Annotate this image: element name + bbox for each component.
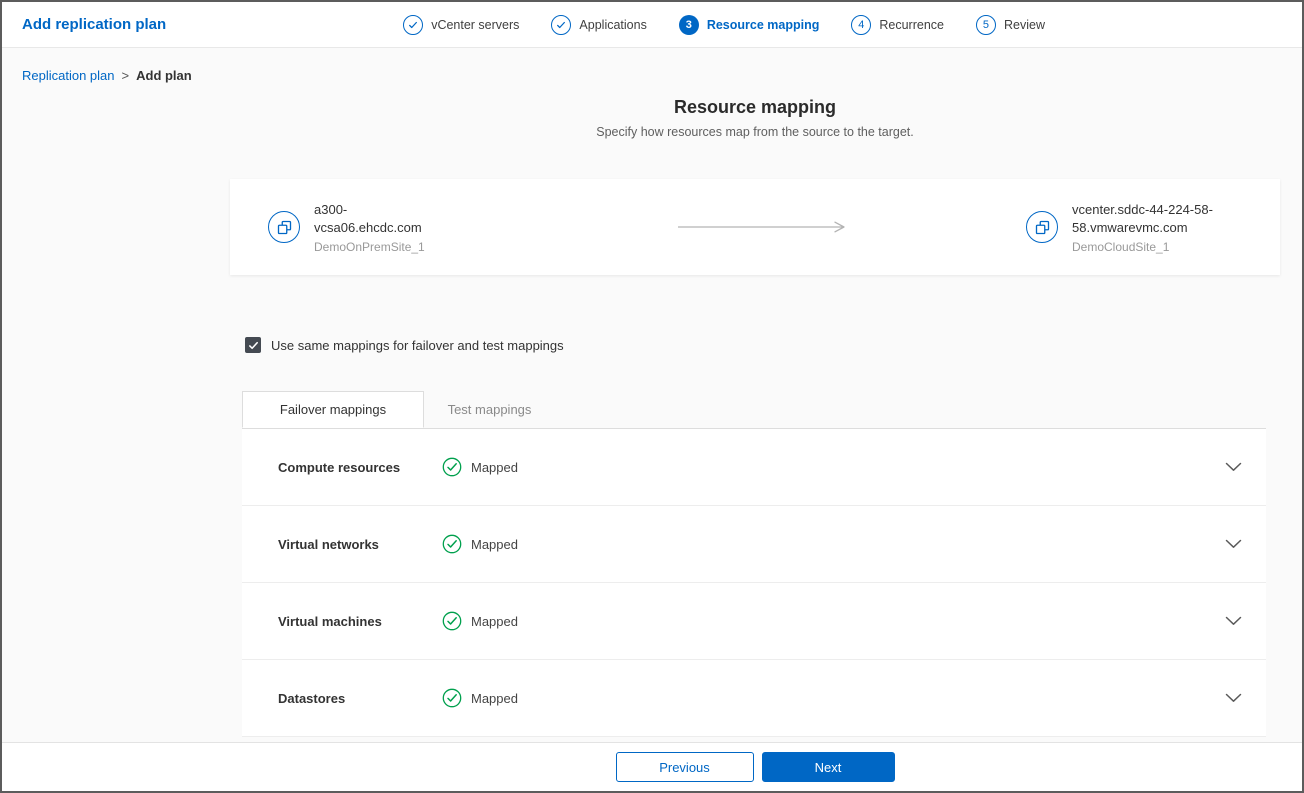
breadcrumb-replication-plan-link[interactable]: Replication plan: [22, 68, 115, 83]
page-title: Add replication plan: [22, 16, 166, 33]
tab-test-mappings[interactable]: Test mappings: [424, 391, 555, 428]
previous-button[interactable]: Previous: [616, 752, 754, 782]
target-site: vcenter.sddc-44-224-58- 58.vmwarevmc.com…: [1026, 201, 1242, 254]
breadcrumb: Replication plan > Add plan: [2, 48, 1302, 83]
mapping-status: Mapped: [442, 457, 518, 477]
same-mappings-checkbox[interactable]: [245, 337, 261, 353]
breadcrumb-current: Add plan: [136, 68, 192, 83]
mapping-row-label: Virtual networks: [278, 537, 442, 552]
mapping-row-label: Compute resources: [278, 460, 442, 475]
mapping-status-text: Mapped: [471, 537, 518, 552]
source-site: a300- vcsa06.ehcdc.com DemoOnPremSite_1: [268, 201, 498, 254]
chevron-down-icon[interactable]: [1225, 616, 1242, 626]
mapped-check-icon: [442, 611, 462, 631]
resource-mapping-content: Resource mapping Specify how resources m…: [230, 97, 1280, 737]
mapping-row-label: Datastores: [278, 691, 442, 706]
step-vcenter-servers[interactable]: vCenter servers: [403, 15, 519, 35]
chevron-down-icon[interactable]: [1225, 539, 1242, 549]
source-vcenter-name-line2: vcsa06.ehcdc.com: [314, 219, 425, 237]
mapped-check-icon: [442, 457, 462, 477]
mapping-status: Mapped: [442, 688, 518, 708]
target-vcenter-name-line1: vcenter.sddc-44-224-58-: [1072, 201, 1213, 219]
mapping-row-virtual-networks[interactable]: Virtual networks Mapped: [242, 506, 1266, 583]
mapping-row-virtual-machines[interactable]: Virtual machines Mapped: [242, 583, 1266, 660]
step-label: Applications: [579, 18, 646, 32]
step-review[interactable]: 5 Review: [976, 15, 1045, 35]
source-to-target-arrow-icon: [498, 220, 1026, 234]
failover-mappings-panel: Compute resources Mapped Virtual network…: [242, 428, 1266, 737]
mapping-status-text: Mapped: [471, 691, 518, 706]
target-site-name: DemoCloudSite_1: [1072, 240, 1213, 254]
wizard-stepper: vCenter servers Applications 3 Resource …: [166, 15, 1282, 35]
mapped-check-icon: [442, 534, 462, 554]
step-recurrence[interactable]: 4 Recurrence: [851, 15, 944, 35]
source-site-text: a300- vcsa06.ehcdc.com DemoOnPremSite_1: [314, 201, 425, 254]
mapping-row-datastores[interactable]: Datastores Mapped: [242, 660, 1266, 737]
step-number-badge: 5: [976, 15, 996, 35]
next-button[interactable]: Next: [762, 752, 895, 782]
section-subtitle: Specify how resources map from the sourc…: [230, 125, 1280, 139]
breadcrumb-separator: >: [122, 68, 130, 83]
step-done-check-icon: [403, 15, 423, 35]
mapping-status-text: Mapped: [471, 614, 518, 629]
step-done-check-icon: [551, 15, 571, 35]
step-number-badge: 4: [851, 15, 871, 35]
same-mappings-row: Use same mappings for failover and test …: [245, 337, 1280, 353]
footer-buttons: Previous Next: [230, 752, 1280, 782]
mapping-status: Mapped: [442, 534, 518, 554]
chevron-down-icon[interactable]: [1225, 693, 1242, 703]
mapping-row-label: Virtual machines: [278, 614, 442, 629]
step-label: Recurrence: [879, 18, 944, 32]
vcenter-site-icon: [268, 211, 300, 243]
mapping-row-compute-resources[interactable]: Compute resources Mapped: [242, 429, 1266, 506]
tab-failover-mappings[interactable]: Failover mappings: [242, 391, 424, 428]
step-number-badge: 3: [679, 15, 699, 35]
mapping-status-text: Mapped: [471, 460, 518, 475]
section-title: Resource mapping: [230, 97, 1280, 118]
add-replication-plan-window: Add replication plan vCenter servers App…: [0, 0, 1304, 793]
wizard-header: Add replication plan vCenter servers App…: [2, 2, 1302, 48]
mapping-status: Mapped: [442, 611, 518, 631]
chevron-down-icon[interactable]: [1225, 462, 1242, 472]
mappings-tabs: Failover mappings Test mappings: [242, 391, 1266, 428]
source-site-name: DemoOnPremSite_1: [314, 240, 425, 254]
step-label: vCenter servers: [431, 18, 519, 32]
mapped-check-icon: [442, 688, 462, 708]
step-resource-mapping[interactable]: 3 Resource mapping: [679, 15, 820, 35]
step-applications[interactable]: Applications: [551, 15, 646, 35]
source-target-card: a300- vcsa06.ehcdc.com DemoOnPremSite_1: [230, 179, 1280, 275]
step-label: Resource mapping: [707, 18, 820, 32]
same-mappings-label: Use same mappings for failover and test …: [271, 338, 564, 353]
target-vcenter-name-line2: 58.vmwarevmc.com: [1072, 219, 1213, 237]
vcenter-site-icon: [1026, 211, 1058, 243]
step-label: Review: [1004, 18, 1045, 32]
source-vcenter-name-line1: a300-: [314, 201, 425, 219]
target-site-text: vcenter.sddc-44-224-58- 58.vmwarevmc.com…: [1072, 201, 1213, 254]
wizard-footer: Previous Next: [2, 742, 1302, 791]
